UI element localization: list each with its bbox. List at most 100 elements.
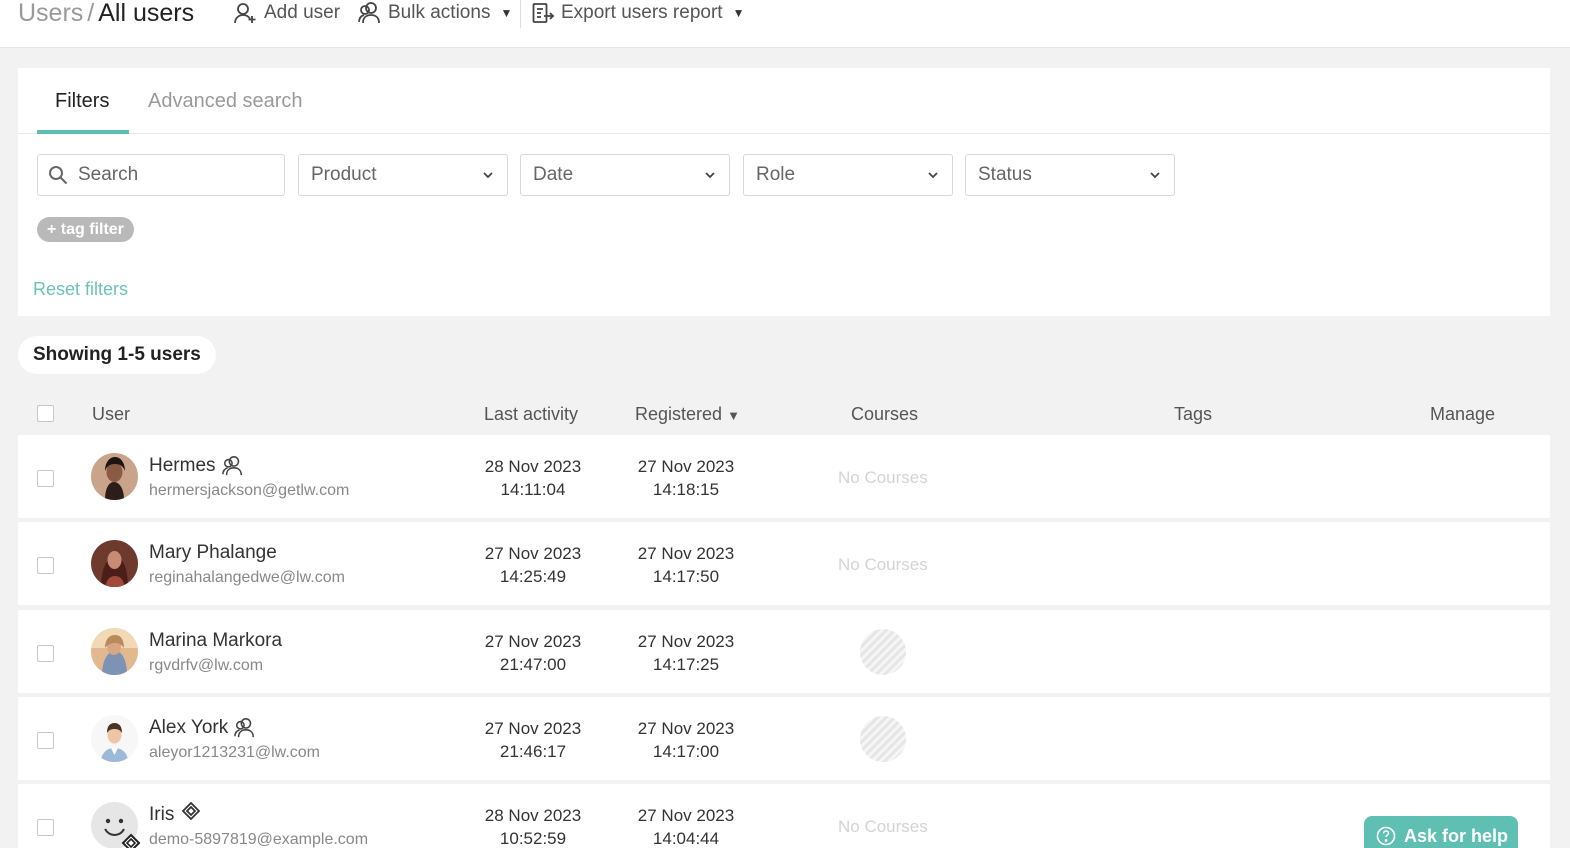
course-thumbnail[interactable]	[860, 716, 906, 762]
header-divider	[520, 0, 521, 28]
user-email: reginahalangedwe@lw.com	[149, 569, 345, 586]
avatar[interactable]	[91, 453, 138, 500]
search-input[interactable]: Search	[37, 154, 285, 196]
export-label: Export users report	[561, 2, 723, 23]
registered-cell: 27 Nov 2023 14:17:25	[621, 630, 751, 676]
add-tag-filter-button[interactable]: + tag filter	[37, 217, 134, 242]
status-select[interactable]: Status	[965, 154, 1175, 196]
bulk-actions-label: Bulk actions	[388, 2, 491, 23]
table-row[interactable]: Alex York aleyor1213231@lw.com 27 Nov 20…	[18, 697, 1550, 780]
ask-for-help-label: Ask for help	[1404, 825, 1509, 846]
user-name[interactable]: Marina Markora	[149, 630, 282, 652]
course-thumbnail[interactable]	[860, 629, 906, 675]
top-header: Users / All users Add user Bulk actions ▼ …	[0, 0, 1570, 48]
product-select[interactable]: Product	[298, 154, 508, 196]
user-name-cell[interactable]: Alex York	[149, 717, 256, 739]
table-row[interactable]: Marina Markora rgvdrfv@lw.com 27 Nov 202…	[18, 610, 1550, 693]
filter-tabs: Filters Advanced search	[18, 68, 1550, 134]
registered-time: 14:04:44	[652, 829, 720, 848]
avatar[interactable]	[91, 715, 138, 762]
users-icon	[234, 718, 255, 738]
search-placeholder: Search	[78, 164, 139, 185]
breadcrumb-users-link[interactable]: Users	[18, 0, 83, 27]
breadcrumb-separator: /	[87, 0, 95, 27]
user-plus-icon	[234, 3, 256, 24]
breadcrumb: Users / All users	[18, 0, 194, 29]
registered-date: 27 Nov 2023	[637, 457, 735, 476]
date-select-label: Date	[533, 164, 574, 185]
courses-empty: No Courses	[838, 468, 928, 487]
registered-time: 14:18:15	[652, 480, 720, 499]
table-row[interactable]: Iris demo-5897819@example.com 28 Nov 202…	[18, 784, 1550, 848]
export-report-icon	[532, 3, 555, 23]
export-users-report-dropdown[interactable]: Export users report ▼	[532, 0, 744, 26]
user-name-cell[interactable]: Marina Markora	[149, 630, 282, 652]
registered-cell: 27 Nov 2023 14:18:15	[621, 455, 751, 501]
results-count: Showing 1-5 users	[18, 336, 216, 374]
courses-empty: No Courses	[838, 555, 928, 574]
column-tags: Tags	[1174, 404, 1213, 424]
column-registered-label: Registered	[635, 404, 723, 424]
last-activity-cell: 28 Nov 2023 14:11:04	[468, 455, 598, 501]
table-row[interactable]: Mary Phalange reginahalangedwe@lw.com 27…	[18, 522, 1550, 605]
user-name[interactable]: Iris	[149, 804, 174, 826]
product-select-label: Product	[311, 164, 377, 185]
registered-cell: 27 Nov 2023 14:04:44	[621, 804, 751, 848]
user-name-cell[interactable]: Iris	[149, 802, 201, 826]
chevron-down-icon	[705, 172, 715, 179]
column-user[interactable]: User	[92, 404, 130, 425]
last-activity-date: 27 Nov 2023	[484, 632, 582, 651]
avatar[interactable]	[91, 540, 138, 587]
question-circle-icon	[1376, 826, 1396, 846]
row-checkbox[interactable]	[37, 645, 54, 662]
user-email: demo-5897819@example.com	[149, 831, 369, 848]
caret-down-icon: ▼	[732, 6, 745, 20]
user-email: hermersjackson@getlw.com	[149, 482, 350, 499]
page-title: All users	[98, 0, 195, 27]
table-row[interactable]: Hermes hermersjackson@getlw.com 28 Nov 2…	[18, 435, 1550, 518]
registered-date: 27 Nov 2023	[637, 806, 735, 825]
date-select[interactable]: Date	[520, 154, 730, 196]
row-checkbox[interactable]	[37, 470, 54, 487]
ask-for-help-button[interactable]: Ask for help	[1364, 816, 1518, 848]
add-user-label: Add user	[264, 2, 341, 23]
avatar[interactable]	[91, 802, 141, 848]
column-courses: Courses	[851, 404, 919, 424]
users-icon	[221, 456, 242, 476]
diamond-badge-icon	[182, 802, 201, 820]
add-user-button[interactable]: Add user	[234, 0, 340, 26]
avatar[interactable]	[91, 628, 138, 675]
last-activity-cell: 27 Nov 2023 21:46:17	[468, 717, 598, 763]
role-select[interactable]: Role	[743, 154, 953, 196]
last-activity-date: 28 Nov 2023	[484, 457, 582, 476]
bulk-actions-dropdown[interactable]: Bulk actions ▼	[358, 0, 512, 26]
last-activity-cell: 27 Nov 2023 14:25:49	[468, 542, 598, 588]
last-activity-date: 27 Nov 2023	[484, 544, 582, 563]
last-activity-cell: 28 Nov 2023 10:52:59	[468, 804, 598, 848]
reset-filters-link[interactable]: Reset filters	[33, 279, 128, 300]
chevron-down-icon	[928, 172, 938, 179]
last-activity-time: 21:46:17	[499, 742, 567, 761]
chevron-down-icon	[1150, 172, 1160, 179]
row-checkbox[interactable]	[37, 557, 54, 574]
registered-date: 27 Nov 2023	[637, 719, 735, 738]
registered-time: 14:17:50	[652, 567, 720, 586]
caret-down-icon: ▼	[500, 6, 513, 20]
user-name-cell[interactable]: Hermes	[149, 455, 244, 477]
row-checkbox[interactable]	[37, 819, 54, 836]
select-all-checkbox[interactable]	[37, 405, 54, 422]
tab-advanced-search[interactable]: Advanced search	[148, 90, 303, 113]
row-checkbox[interactable]	[37, 732, 54, 749]
user-name-cell[interactable]: Mary Phalange	[149, 542, 277, 564]
last-activity-date: 28 Nov 2023	[484, 806, 582, 825]
column-last-activity[interactable]: Last activity	[484, 404, 578, 425]
last-activity-time: 10:52:59	[499, 829, 567, 848]
user-name[interactable]: Hermes	[149, 455, 216, 477]
user-name[interactable]: Mary Phalange	[149, 542, 277, 564]
column-registered[interactable]: Registered ▼	[635, 404, 740, 425]
tab-filters[interactable]: Filters	[55, 90, 109, 113]
users-icon	[358, 2, 380, 24]
user-name[interactable]: Alex York	[149, 717, 228, 739]
registered-cell: 27 Nov 2023 14:17:00	[621, 717, 751, 763]
sort-desc-icon: ▼	[727, 408, 740, 423]
